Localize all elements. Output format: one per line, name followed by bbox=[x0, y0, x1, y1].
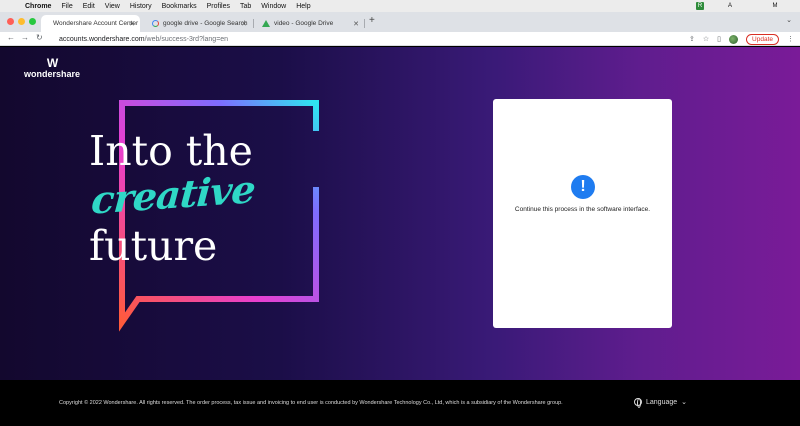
language-selector[interactable]: Language ⌄ bbox=[634, 398, 688, 408]
record-icon[interactable] bbox=[756, 2, 764, 10]
card-message: Continue this process in the software in… bbox=[514, 206, 651, 213]
side-panel-icon[interactable]: ▯ bbox=[717, 35, 721, 43]
menu-view[interactable]: View bbox=[105, 3, 120, 10]
macos-menu-bar: Chrome File Edit View History Bookmarks … bbox=[0, 0, 800, 12]
status-card: ! Continue this process in the software … bbox=[493, 99, 672, 328]
google-drive-icon bbox=[262, 20, 270, 27]
tab-label: Wondershare Account Center bbox=[53, 20, 139, 27]
minimize-window-button[interactable] bbox=[18, 18, 25, 25]
url-path: /web/success-3rd?lang=en bbox=[144, 35, 229, 43]
profile-avatar[interactable] bbox=[729, 34, 739, 44]
globe-icon bbox=[634, 398, 642, 408]
tab-strip: Wondershare Account Center ✕ google driv… bbox=[0, 12, 800, 32]
wifi-icon[interactable] bbox=[711, 2, 719, 10]
tab-wondershare-account-center[interactable]: Wondershare Account Center ✕ bbox=[41, 15, 140, 32]
back-arrow-icon[interactable]: ← bbox=[7, 33, 15, 42]
share-icon[interactable]: ⇪ bbox=[689, 35, 695, 43]
new-tab-button[interactable]: + bbox=[369, 15, 375, 26]
menu-tab[interactable]: Tab bbox=[240, 3, 251, 10]
tab-google-drive[interactable]: video - Google Drive ✕ bbox=[254, 15, 364, 32]
green-app-icon[interactable]: R bbox=[696, 2, 704, 10]
hero-text-line-3: future bbox=[89, 222, 218, 270]
close-tab-icon[interactable]: ✕ bbox=[129, 20, 135, 28]
lock-screen-icon[interactable] bbox=[741, 2, 749, 10]
close-tab-icon[interactable]: ✕ bbox=[353, 20, 359, 28]
menu-status-area: R A M bbox=[696, 0, 794, 12]
tab-label: google drive - Google Search bbox=[163, 20, 248, 27]
menu-edit[interactable]: Edit bbox=[83, 3, 95, 10]
more-menu-icon[interactable]: ⋮ bbox=[787, 35, 794, 43]
text-icon[interactable]: A bbox=[726, 2, 734, 10]
page-content: W wondershare Into the creative future !… bbox=[0, 47, 800, 380]
zoom-window-button[interactable] bbox=[29, 18, 36, 25]
menu-app-name[interactable]: Chrome bbox=[25, 3, 51, 10]
bookmark-star-icon[interactable]: ☆ bbox=[703, 35, 709, 43]
copyright-text: Copyright © 2022 Wondershare. All rights… bbox=[59, 400, 563, 406]
page-footer: Copyright © 2022 Wondershare. All rights… bbox=[0, 380, 800, 426]
user-menu-icon[interactable]: M bbox=[771, 2, 779, 10]
menu-history[interactable]: History bbox=[130, 3, 152, 10]
google-icon bbox=[152, 20, 159, 27]
hero-text-line-1: Into the bbox=[89, 127, 253, 175]
forward-arrow-icon[interactable]: → bbox=[21, 33, 29, 42]
browser-toolbar: ← → ↻ accounts.wondershare.com /web/succ… bbox=[0, 32, 800, 46]
window-controls bbox=[7, 18, 36, 25]
address-bar[interactable]: accounts.wondershare.com /web/success-3r… bbox=[55, 33, 228, 45]
control-center-icon[interactable] bbox=[786, 2, 794, 10]
menu-bookmarks[interactable]: Bookmarks bbox=[162, 3, 197, 10]
menu-window[interactable]: Window bbox=[261, 3, 286, 10]
menu-profiles[interactable]: Profiles bbox=[207, 3, 230, 10]
tab-search-chevron-icon[interactable]: ⌄ bbox=[786, 16, 792, 24]
language-label: Language bbox=[646, 398, 678, 406]
menu-file[interactable]: File bbox=[61, 3, 72, 10]
reload-icon[interactable]: ↻ bbox=[36, 33, 43, 42]
exclamation-info-icon: ! bbox=[571, 175, 595, 199]
tab-separator bbox=[364, 19, 365, 28]
close-window-button[interactable] bbox=[7, 18, 14, 25]
menu-help[interactable]: Help bbox=[296, 3, 310, 10]
close-tab-icon[interactable]: ✕ bbox=[241, 20, 247, 28]
toolbar-actions: ⇪ ☆ ▯ Update ⋮ bbox=[689, 33, 794, 45]
url-host: accounts.wondershare.com bbox=[59, 35, 145, 43]
update-button[interactable]: Update bbox=[746, 33, 779, 45]
tab-google-search[interactable]: google drive - Google Search ✕ bbox=[144, 15, 252, 32]
tab-label: video - Google Drive bbox=[274, 20, 334, 27]
chevron-down-icon: ⌄ bbox=[681, 399, 688, 406]
